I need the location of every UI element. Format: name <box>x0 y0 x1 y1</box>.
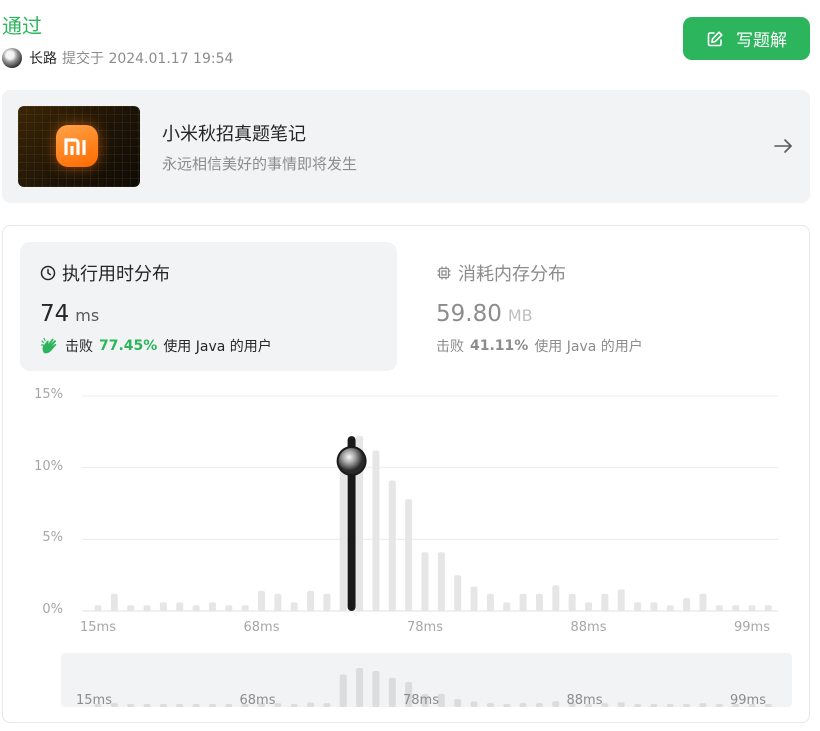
overview-bar <box>683 704 691 707</box>
overview-bar <box>470 701 478 707</box>
overview-bar <box>307 702 315 707</box>
overview-bar <box>323 703 331 707</box>
arrow-right-icon[interactable] <box>772 135 794 157</box>
overview-bar <box>356 667 364 707</box>
xiaomi-logo-icon <box>56 125 98 167</box>
clap-hands-icon <box>40 336 60 356</box>
overview-x-label: 88ms <box>566 693 603 708</box>
xiaomi-thumbnail <box>18 106 140 187</box>
runtime-unit: ms <box>75 306 100 325</box>
overview-x-label: 15ms <box>76 693 112 708</box>
runtime-beat-percent: 77.45% <box>99 338 158 354</box>
memory-title: 消耗内存分布 <box>436 260 566 286</box>
overview-bar <box>372 671 380 707</box>
overview-bar <box>519 703 527 707</box>
overview-bar <box>176 704 184 707</box>
y-tick-label: 0% <box>42 602 63 617</box>
memory-number: 59.80 <box>436 301 502 327</box>
memory-beat-percent: 41.11% <box>470 338 529 354</box>
overview-bar <box>208 704 216 707</box>
overview-bar <box>486 703 494 707</box>
write-solution-label: 写题解 <box>736 31 787 51</box>
overview-x-label: 68ms <box>239 693 276 708</box>
overview-bar <box>617 702 625 707</box>
overview-bar <box>699 703 707 707</box>
overview-bar <box>339 674 347 707</box>
y-tick-label: 15% <box>34 387 63 402</box>
overview-x-label: 78ms <box>403 693 439 708</box>
x-tick-label: 88ms <box>570 620 607 635</box>
memory-beat-prefix: 击败 <box>436 339 464 355</box>
overview-bar <box>666 704 674 707</box>
y-tick-label: 10% <box>34 458 63 474</box>
runtime-number: 74 <box>40 301 70 327</box>
overview-bar <box>650 704 658 707</box>
banner-subtitle: 永远相信美好的事情即将发生 <box>162 155 358 173</box>
overview-bar <box>634 704 642 707</box>
overview-bar <box>454 699 462 707</box>
overview-bar <box>290 704 298 707</box>
user-name[interactable]: 长路 <box>29 48 57 68</box>
runtime-title: 执行用时分布 <box>40 260 170 286</box>
edit-icon <box>706 30 724 48</box>
memory-beat: 击败 41.11% 使用 Java 的用户 <box>436 336 643 356</box>
x-tick-label: 78ms <box>407 620 443 635</box>
x-tick-label: 99ms <box>734 620 770 635</box>
overview-bar <box>143 704 151 707</box>
runtime-title-text: 执行用时分布 <box>62 264 170 285</box>
memory-unit: MB <box>507 306 533 325</box>
runtime-beat: 击败 77.45% 使用 Java 的用户 <box>40 336 272 356</box>
banner-title: 小米秋招真题笔记 <box>162 124 306 145</box>
article-banner[interactable]: 小米秋招真题笔记 永远相信美好的事情即将发生 <box>2 90 810 203</box>
overview-bar <box>503 704 511 707</box>
x-tick-label: 15ms <box>80 620 116 635</box>
memory-beat-suffix: 使用 Java 的用户 <box>534 339 643 355</box>
chip-icon <box>436 265 452 281</box>
overview-bar <box>535 703 543 707</box>
write-solution-button[interactable]: 写题解 <box>683 17 810 60</box>
memory-title-text: 消耗内存分布 <box>458 264 566 285</box>
overview-bar <box>192 704 200 707</box>
submitted-time: 提交于 2024.01.17 19:54 <box>62 51 234 67</box>
overview-x-label: 99ms <box>730 693 766 708</box>
runtime-beat-suffix: 使用 Java 的用户 <box>163 339 272 355</box>
overview-bar <box>127 704 135 707</box>
submission-info: 长路 提交于 2024.01.17 19:54 <box>2 47 233 69</box>
runtime-value: 74 ms <box>40 301 99 327</box>
x-tick-label: 68ms <box>243 620 280 635</box>
runtime-beat-prefix: 击败 <box>65 339 93 355</box>
runtime-card[interactable]: 执行用时分布 74 ms 击败 77.45% 使用 Java 的用户 <box>20 242 397 371</box>
overview-bar <box>159 704 167 707</box>
user-avatar[interactable] <box>2 48 22 68</box>
y-tick-label: 5% <box>42 530 63 546</box>
memory-card[interactable]: 消耗内存分布 59.80 MB 击败 41.11% 使用 Java 的用户 <box>416 242 793 371</box>
submission-status: 通过 <box>2 14 42 38</box>
clock-icon <box>40 265 56 281</box>
memory-value: 59.80 MB <box>436 301 533 327</box>
